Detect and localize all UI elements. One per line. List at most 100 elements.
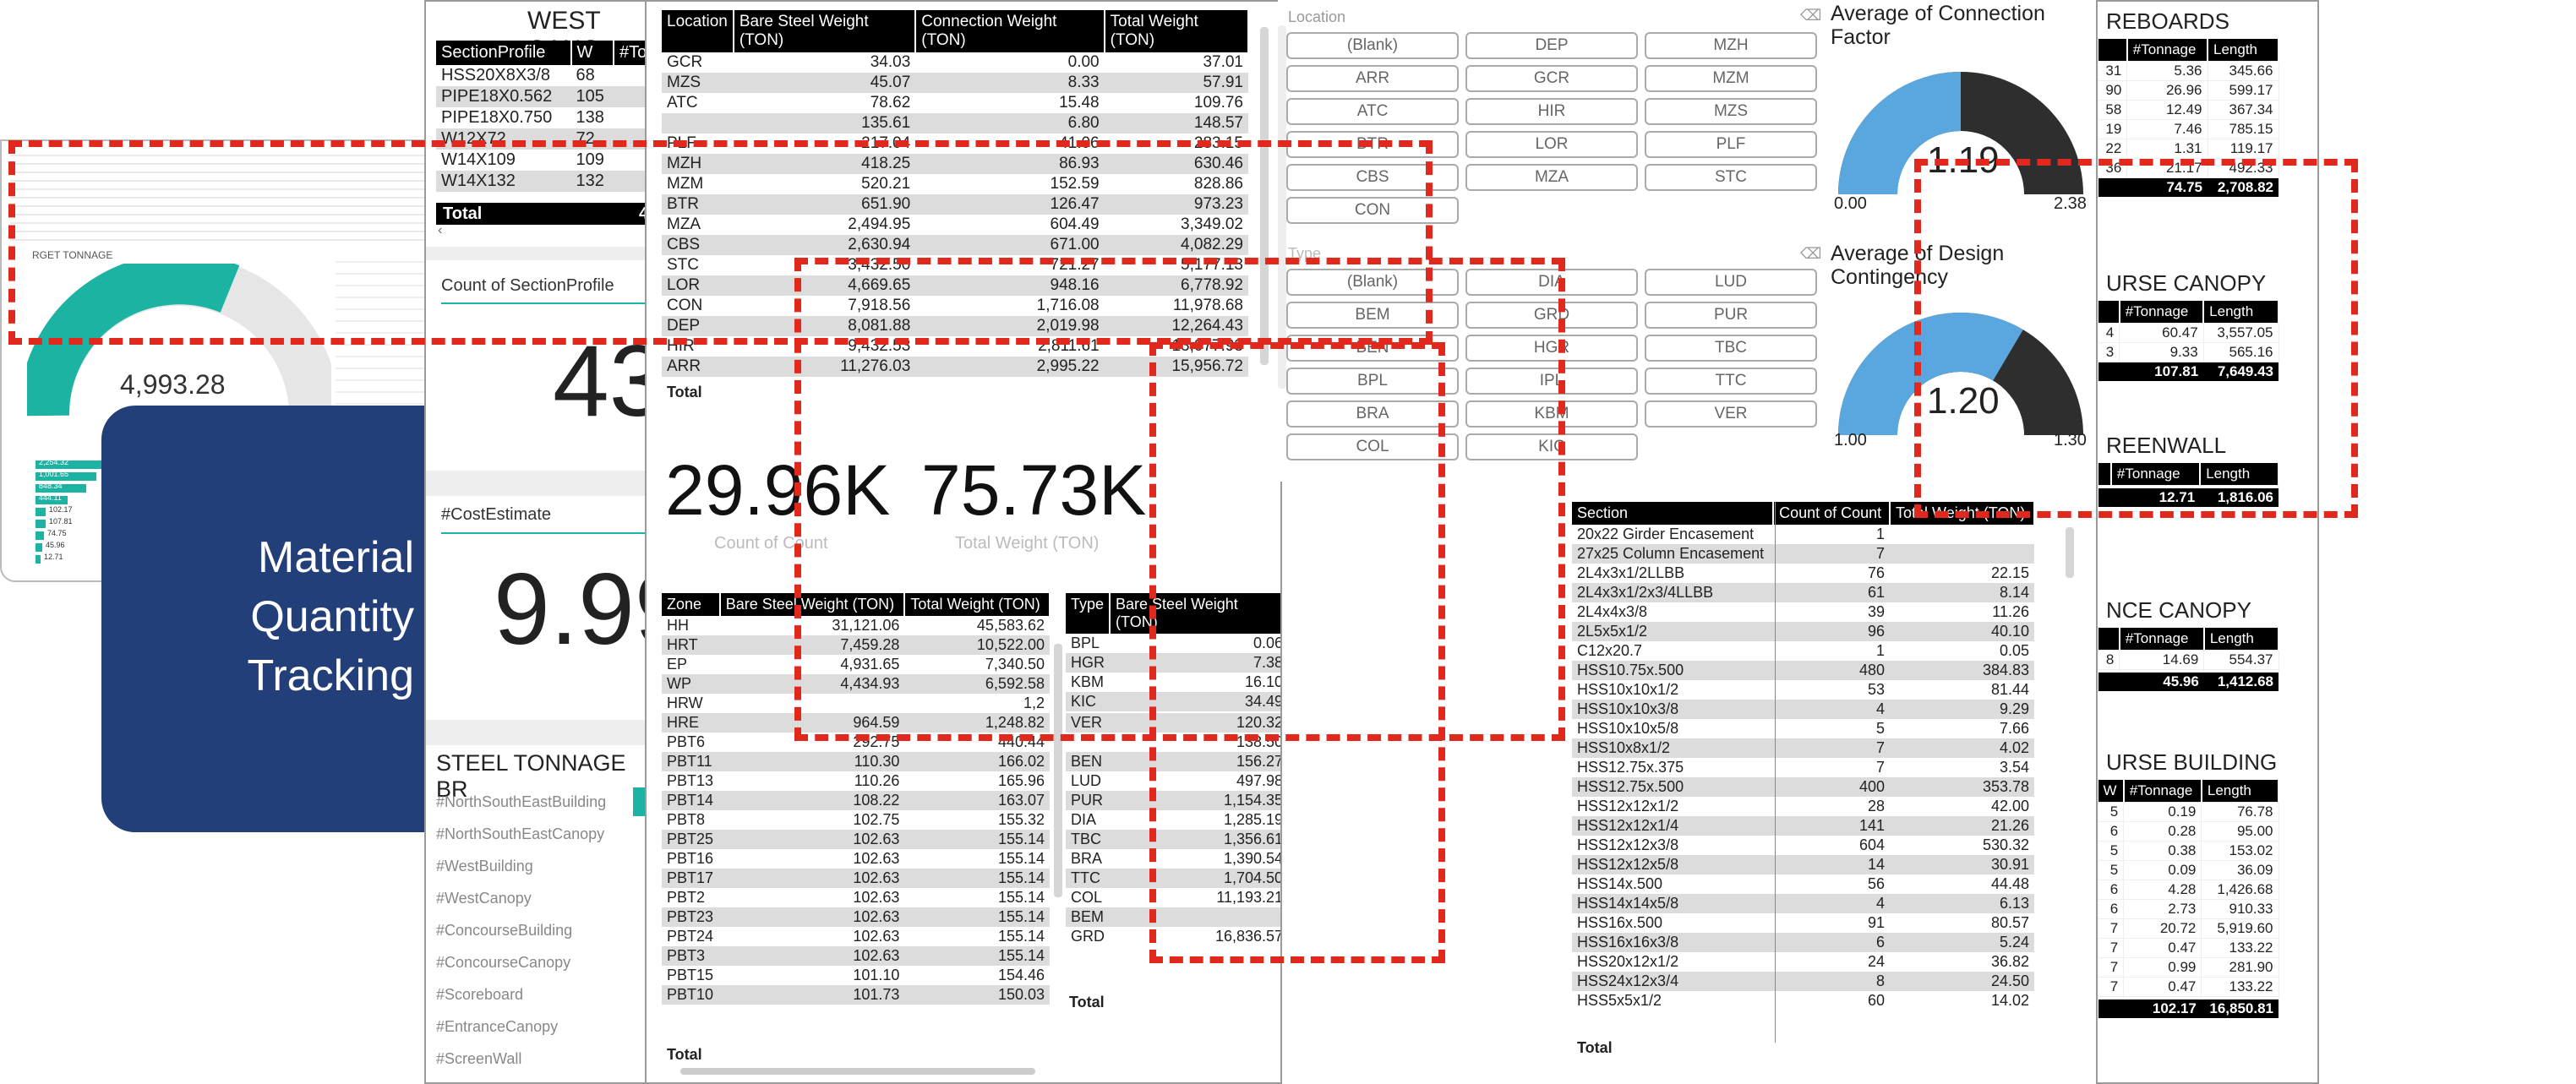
table-row[interactable]: 5 0.19 76.78 [2098,802,2279,822]
slicer-option[interactable]: DEP [1465,32,1638,59]
table-row[interactable]: PBT8 102.75 155.32 [662,810,1050,830]
table-row[interactable]: HSS12x12x3/8 604 530.32 [1572,836,2034,855]
slicer-option[interactable]: MZM [1645,65,1817,92]
column-header[interactable]: Total Weight (TON) [1104,10,1250,52]
table-row[interactable]: PBT13 110.26 165.96 [662,771,1050,791]
table-row[interactable]: HSS20x12x1/2 24 36.82 [1572,952,2034,972]
table-row[interactable]: HSS10x10x1/2 53 81.44 [1572,680,2034,700]
steel-breakdown-item[interactable]: #ConcourseCanopy [436,950,606,982]
slicer-option[interactable]: LOR [1465,131,1638,158]
table-row[interactable]: 7 0.47 133.22 [2098,977,2279,997]
table-row[interactable]: PIPE18X0.562 105 [436,86,654,107]
steel-breakdown-item[interactable]: #ScreenWall [436,1046,606,1078]
table-row[interactable]: 2L5x5x1/2 96 40.10 [1572,622,2034,641]
table-row[interactable]: HSS12.75x.375 7 3.54 [1572,758,2034,777]
slicer-option[interactable]: (Blank) [1286,32,1459,59]
table-row[interactable]: 58 12.49 367.34 [2098,100,2279,120]
column-header[interactable]: Location [662,10,734,52]
steel-breakdown-item[interactable]: #NorthSouthEastCanopy [436,821,606,853]
table-row[interactable]: 7 0.99 281.90 [2098,957,2279,978]
table-row[interactable]: HSS12x12x5/8 14 30.91 [1572,855,2034,874]
table-row[interactable]: PBT23 102.63 155.14 [662,907,1050,927]
slicer-option[interactable]: STC [1645,164,1817,191]
slicer-option[interactable]: MZH [1645,32,1817,59]
table-row[interactable]: HSS10x10x5/8 5 7.66 [1572,719,2034,738]
table-row[interactable]: HSS14x14x5/8 4 6.13 [1572,894,2034,913]
column-header[interactable]: Section [1572,502,1775,525]
slicer-option[interactable]: TTC [1645,368,1817,395]
column-header[interactable]: Bare Steel Weight (TON) [733,10,917,52]
steel-breakdown-item[interactable]: #EntranceCanopy [436,1014,606,1046]
table-row[interactable]: GCR 34.03 0.00 37.01 [662,52,1248,73]
table-row[interactable]: 27x25 Column Encasement 7 [1572,544,2034,564]
steel-breakdown-item[interactable]: #Scoreboard [436,982,606,1014]
slicer-option[interactable]: LUD [1645,269,1817,296]
column-header[interactable] [2098,39,2128,62]
table-row[interactable]: 7 0.47 133.22 [2098,938,2279,958]
table-row[interactable]: HSS10x10x3/8 4 9.29 [1572,700,2034,719]
section-table-scrollbar[interactable] [2066,527,2074,578]
table-row[interactable]: HSS12.75x.500 400 353.78 [1572,777,2034,797]
table-row[interactable]: HSS16x.500 91 80.57 [1572,913,2034,933]
eraser-icon[interactable]: ⌫ [1800,7,1821,25]
table-row[interactable]: 5 0.38 153.02 [2098,841,2279,861]
table-row[interactable]: MZS 45.07 8.33 57.91 [662,73,1248,93]
column-header[interactable]: Length [2208,39,2279,62]
zone-table-hscroll[interactable] [680,1068,1035,1075]
table-row[interactable]: 135.61 6.80 148.57 [662,113,1248,133]
steel-breakdown-item[interactable]: #NorthSouthEastBuilding [436,789,606,821]
steel-breakdown-item[interactable]: #WestBuilding [436,853,606,885]
slicer-option[interactable]: ARR [1286,65,1459,92]
slicer-option[interactable]: PUR [1645,302,1817,329]
table-row[interactable]: PBT11 110.30 166.02 [662,752,1050,771]
slicer-option[interactable]: GCR [1465,65,1638,92]
column-header[interactable]: #Tonnage [2123,780,2202,803]
column-header[interactable]: #Tonnage [2126,39,2209,62]
slicer-option[interactable]: MZS [1645,98,1817,125]
table-row[interactable]: 2L4x3x1/2x3/4LLBB 61 8.14 [1572,583,2034,602]
table-row[interactable]: PBT14 108.22 163.07 [662,791,1050,810]
column-header[interactable]: Length [2203,628,2280,651]
table-row[interactable]: HSS24x12x3/4 8 24.50 [1572,972,2034,991]
table-row[interactable]: PBT2 102.63 155.14 [662,888,1050,907]
table-row[interactable]: 2L4x4x3/8 39 11.26 [1572,602,2034,622]
column-header[interactable] [2098,628,2120,651]
table-row[interactable]: PBT25 102.63 155.14 [662,830,1050,849]
table-row[interactable]: 90 26.96 599.17 [2098,80,2279,101]
table-row[interactable]: PIPE18X0.750 138 [436,107,654,128]
slicer-option[interactable]: MZA [1465,164,1638,191]
table-row[interactable]: 20x22 Girder Encasement 1 [1572,525,2034,544]
slicer-option[interactable]: HIR [1465,98,1638,125]
slicer-option[interactable]: VER [1645,400,1817,428]
slicer-option[interactable]: TBC [1645,335,1817,362]
table-row[interactable]: PBT3 102.63 155.14 [662,946,1050,966]
steel-breakdown-item[interactable]: #ConcourseBuilding [436,918,606,950]
table-row[interactable]: PBT15 101.10 154.46 [662,966,1050,985]
column-header[interactable]: Zone [662,593,721,616]
table-row[interactable]: HSS14x.500 56 44.48 [1572,874,2034,894]
table-row[interactable]: HSS16x16x3/8 6 5.24 [1572,933,2034,952]
table-row[interactable]: HSS5x5x1/2 60 14.02 [1572,991,2034,1010]
table-row[interactable]: 6 4.28 1,426.68 [2098,880,2279,900]
table-row[interactable]: HSS20X8X3/8 68 [436,65,654,86]
table-row[interactable]: 8 14.69 554.37 [2098,650,2279,670]
table-row[interactable]: 22 1.31 119.17 [2098,139,2279,159]
table-row[interactable]: 6 0.28 95.00 [2098,821,2279,842]
column-header[interactable]: #Tonnage [2119,628,2205,651]
steel-breakdown-item[interactable]: #WestCanopy [436,885,606,918]
table-row[interactable]: HSS10x8x1/2 7 4.02 [1572,738,2034,758]
table-row[interactable]: 2L4x3x1/2LLBB 76 22.15 [1572,564,2034,583]
table-row[interactable]: ATC 78.62 15.48 109.76 [662,93,1248,113]
table-row[interactable]: 19 7.46 785.15 [2098,119,2279,139]
column-header[interactable]: Count of Count [1773,502,1891,525]
table-row[interactable]: HSS12x12x1/2 28 42.00 [1572,797,2034,816]
table-row[interactable]: 7 20.72 5,919.60 [2098,918,2279,939]
table-row[interactable]: PBT17 102.63 155.14 [662,869,1050,888]
column-header[interactable]: W [570,41,615,65]
column-header[interactable]: Length [2201,780,2280,803]
column-header[interactable]: W [2098,780,2125,803]
table-row[interactable]: HSS12x12x1/4 141 21.26 [1572,816,2034,836]
table-row[interactable]: 5 0.09 36.09 [2098,860,2279,880]
slicer-option[interactable]: ATC [1286,98,1459,125]
slicer-option[interactable]: PLF [1645,131,1817,158]
